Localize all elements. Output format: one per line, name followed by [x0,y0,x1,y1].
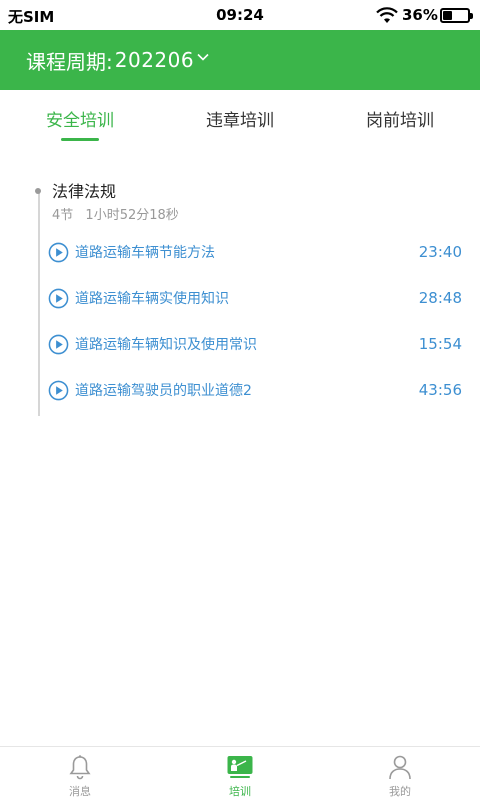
person-icon [389,755,411,780]
total-duration: 1小时52分18秒 [85,208,179,223]
section-title: 法律法规 [52,182,117,201]
lesson-item[interactable]: 道路运输驾驶员的职业道德2 43:56 [48,377,462,403]
nav-profile[interactable]: 我的 [360,753,440,799]
timeline-line [38,190,40,416]
lesson-title: 道路运输驾驶员的职业道德2 [75,383,252,399]
battery-percent: 36% [402,6,438,24]
section-meta: 4节 1小时52分18秒 [52,204,179,223]
nav-label-profile: 我的 [389,785,411,798]
play-icon [48,380,69,400]
play-icon [48,242,69,262]
nav-messages[interactable]: 消息 [40,753,120,799]
status-bar: 无SIM 09:24 36% [0,0,480,30]
lesson-duration: 23:40 [418,243,462,261]
lesson-title: 道路运输车辆实使用知识 [75,291,229,307]
lesson-duration: 43:56 [418,381,462,399]
lesson-item[interactable]: 道路运输车辆知识及使用常识 15:54 [48,331,462,357]
course-period-header[interactable]: 课程周期: 202206 [0,30,480,90]
wifi-icon [376,7,398,23]
battery-icon [440,8,473,23]
lesson-duration: 15:54 [418,335,462,353]
play-icon [48,288,69,308]
bottom-nav: 消息 培训 我的 [0,746,480,800]
tab-violation-training[interactable]: 违章培训 [160,106,320,131]
lesson-title: 道路运输车辆节能方法 [75,245,215,261]
training-tabs: 安全培训 违章培训 岗前培训 [0,90,480,146]
active-tab-indicator [61,138,99,141]
lesson-count: 4节 [52,208,74,223]
training-icon [227,756,253,778]
screen: 无SIM 09:24 36% 课程周期: 202206 安全培训 违章培训 岗前… [0,0,480,800]
period-label: 课程周期: [26,49,113,74]
tab-safety-training[interactable]: 安全培训 [0,106,160,131]
tab-pre-job-training[interactable]: 岗前培训 [320,106,480,131]
nav-label-messages: 消息 [69,785,91,798]
nav-label-training: 培训 [229,785,251,798]
nav-training[interactable]: 培训 [200,753,280,799]
period-value[interactable]: 202206 [115,48,194,72]
lesson-duration: 28:48 [418,289,462,307]
lesson-item[interactable]: 道路运输车辆节能方法 23:40 [48,239,462,265]
lesson-item[interactable]: 道路运输车辆实使用知识 28:48 [48,285,462,311]
timeline-dot [35,188,41,194]
play-icon [48,334,69,354]
bell-icon [69,755,91,780]
battery-fill [443,11,452,20]
chevron-down-icon[interactable] [197,51,209,63]
lesson-title: 道路运输车辆知识及使用常识 [75,337,257,353]
